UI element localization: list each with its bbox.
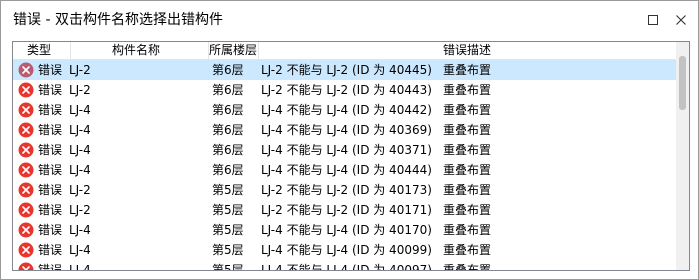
cell-component-name[interactable]: LJ-4	[69, 140, 91, 160]
cell-description: LJ-4 不能与 LJ-4 (ID 为 40099)	[261, 243, 432, 257]
cell-floor: 第5层	[212, 223, 244, 237]
cell-description: LJ-4 不能与 LJ-4 (ID 为 40442)	[261, 103, 432, 117]
close-button[interactable]	[671, 10, 691, 30]
error-list: 类型 构件名称 所属楼层 错误描述 错误 LJ-2 第6层 LJ-2 不能与 L…	[12, 41, 690, 271]
cell-type: 错误	[38, 163, 63, 177]
cell-type: 错误	[38, 143, 63, 157]
error-circle-icon	[18, 102, 34, 118]
column-header-desc[interactable]: 错误描述	[443, 42, 491, 59]
cell-floor: 第6层	[212, 163, 244, 177]
cell-error-kind: 重叠布置	[443, 263, 492, 271]
error-circle-icon	[18, 182, 34, 198]
cell-type: 错误	[38, 83, 63, 97]
maximize-button[interactable]	[643, 10, 663, 30]
window-title: 错误 - 双击构件名称选择出错构件	[13, 12, 223, 28]
title-bar[interactable]: 错误 - 双击构件名称选择出错构件	[1, 1, 698, 39]
error-circle-icon	[18, 162, 34, 178]
scrollbar-thumb[interactable]	[679, 56, 686, 110]
list-item[interactable]: 错误 LJ-4 第6层 LJ-4 不能与 LJ-4 (ID 为 40371) 重…	[13, 140, 676, 160]
cell-floor: 第5层	[212, 243, 244, 257]
list-item[interactable]: 错误 LJ-4 第5层 LJ-4 不能与 LJ-4 (ID 为 40170) 重…	[13, 220, 676, 240]
list-item[interactable]: 错误 LJ-4 第6层 LJ-4 不能与 LJ-4 (ID 为 40442) 重…	[13, 100, 676, 120]
list-item[interactable]: 错误 LJ-2 第5层 LJ-2 不能与 LJ-2 (ID 为 40171) 重…	[13, 200, 676, 220]
column-header-name[interactable]: 构件名称	[112, 42, 160, 59]
cell-floor: 第5层	[212, 183, 244, 197]
cell-type: 错误	[38, 203, 63, 217]
error-circle-icon	[18, 82, 34, 98]
cell-description: LJ-2 不能与 LJ-2 (ID 为 40445)	[261, 63, 432, 77]
cell-type: 错误	[38, 63, 63, 77]
cell-error-kind: 重叠布置	[443, 143, 492, 157]
column-header-floor[interactable]: 所属楼层	[209, 42, 257, 59]
cell-floor: 第5层	[212, 203, 244, 217]
list-item[interactable]: 错误 LJ-4 第6层 LJ-4 不能与 LJ-4 (ID 为 40369) 重…	[13, 120, 676, 140]
list-item[interactable]: 错误 LJ-2 第6层 LJ-2 不能与 LJ-2 (ID 为 40443) 重…	[13, 80, 676, 100]
cell-component-name[interactable]: LJ-2	[69, 200, 91, 220]
list-item[interactable]: 错误 LJ-4 第5层 LJ-4 不能与 LJ-4 (ID 为 40099) 重…	[13, 240, 676, 260]
column-divider[interactable]	[258, 42, 259, 59]
cell-error-kind: 重叠布置	[443, 223, 492, 237]
cell-component-name[interactable]: LJ-2	[69, 80, 91, 100]
cell-floor: 第6层	[212, 123, 244, 137]
maximize-icon	[648, 15, 658, 25]
cell-description: LJ-4 不能与 LJ-4 (ID 为 40369)	[261, 123, 432, 137]
cell-error-kind: 重叠布置	[443, 163, 492, 177]
close-icon	[676, 15, 686, 25]
error-circle-icon	[18, 202, 34, 218]
column-header-type[interactable]: 类型	[27, 42, 51, 59]
list-item[interactable]: 错误 LJ-2 第5层 LJ-2 不能与 LJ-2 (ID 为 40173) 重…	[13, 180, 676, 200]
cell-description: LJ-2 不能与 LJ-2 (ID 为 40443)	[261, 83, 432, 97]
cell-type: 错误	[38, 243, 63, 257]
cell-floor: 第6层	[212, 63, 244, 77]
cell-floor: 第6层	[212, 143, 244, 157]
list-item-selected[interactable]: 错误 LJ-2 第6层 LJ-2 不能与 LJ-2 (ID 为 40445) 重…	[13, 60, 676, 80]
cell-description: LJ-2 不能与 LJ-2 (ID 为 40171)	[261, 203, 432, 217]
error-circle-icon	[18, 142, 34, 158]
cell-type: 错误	[38, 223, 63, 237]
error-circle-icon	[18, 222, 34, 238]
cell-description: LJ-2 不能与 LJ-2 (ID 为 40173)	[261, 183, 432, 197]
cell-error-kind: 重叠布置	[443, 83, 492, 97]
error-circle-icon	[18, 62, 34, 78]
error-dialog: 错误 - 双击构件名称选择出错构件 类型 构件名称 所属楼层 错误描述 错误 L…	[0, 0, 699, 280]
list-item[interactable]: 错误 LJ-4 第6层 LJ-4 不能与 LJ-4 (ID 为 40444) 重…	[13, 160, 676, 180]
cell-component-name[interactable]: LJ-4	[69, 100, 91, 120]
cell-error-kind: 重叠布置	[443, 243, 492, 257]
cell-description: LJ-4 不能与 LJ-4 (ID 为 40444)	[261, 163, 432, 177]
cell-error-kind: 重叠布置	[443, 183, 492, 197]
cell-error-kind: 重叠布置	[443, 103, 492, 117]
cell-component-name[interactable]: LJ-4	[69, 220, 91, 240]
cell-floor: 第6层	[212, 83, 244, 97]
cell-error-kind: 重叠布置	[443, 123, 492, 137]
list-header: 类型 构件名称 所属楼层 错误描述	[13, 42, 676, 60]
cell-error-kind: 重叠布置	[443, 63, 492, 77]
list-rows: 错误 LJ-2 第6层 LJ-2 不能与 LJ-2 (ID 为 40445) 重…	[13, 60, 676, 271]
column-divider[interactable]	[70, 42, 71, 59]
cell-floor: 第6层	[212, 103, 244, 117]
list-item[interactable]: 错误 LJ-4 第5层 LJ-4 不能与 LJ-4 (ID 为 40097) 重…	[13, 260, 676, 271]
cell-component-name[interactable]: LJ-4	[69, 260, 91, 270]
cell-component-name[interactable]: LJ-4	[69, 120, 91, 140]
error-circle-icon	[18, 242, 34, 258]
cell-type: 错误	[38, 263, 63, 271]
cell-component-name[interactable]: LJ-2	[69, 60, 91, 80]
error-circle-icon	[18, 262, 34, 270]
vertical-scrollbar[interactable]	[676, 42, 689, 270]
cell-type: 错误	[38, 183, 63, 197]
cell-description: LJ-4 不能与 LJ-4 (ID 为 40170)	[261, 223, 432, 237]
cell-error-kind: 重叠布置	[443, 203, 492, 217]
cell-floor: 第5层	[212, 263, 244, 271]
cell-component-name[interactable]: LJ-2	[69, 180, 91, 200]
error-circle-icon	[18, 122, 34, 138]
cell-type: 错误	[38, 103, 63, 117]
cell-type: 错误	[38, 123, 63, 137]
cell-description: LJ-4 不能与 LJ-4 (ID 为 40371)	[261, 143, 432, 157]
cell-component-name[interactable]: LJ-4	[69, 240, 91, 260]
cell-description: LJ-4 不能与 LJ-4 (ID 为 40097)	[261, 263, 432, 271]
cell-component-name[interactable]: LJ-4	[69, 160, 91, 180]
